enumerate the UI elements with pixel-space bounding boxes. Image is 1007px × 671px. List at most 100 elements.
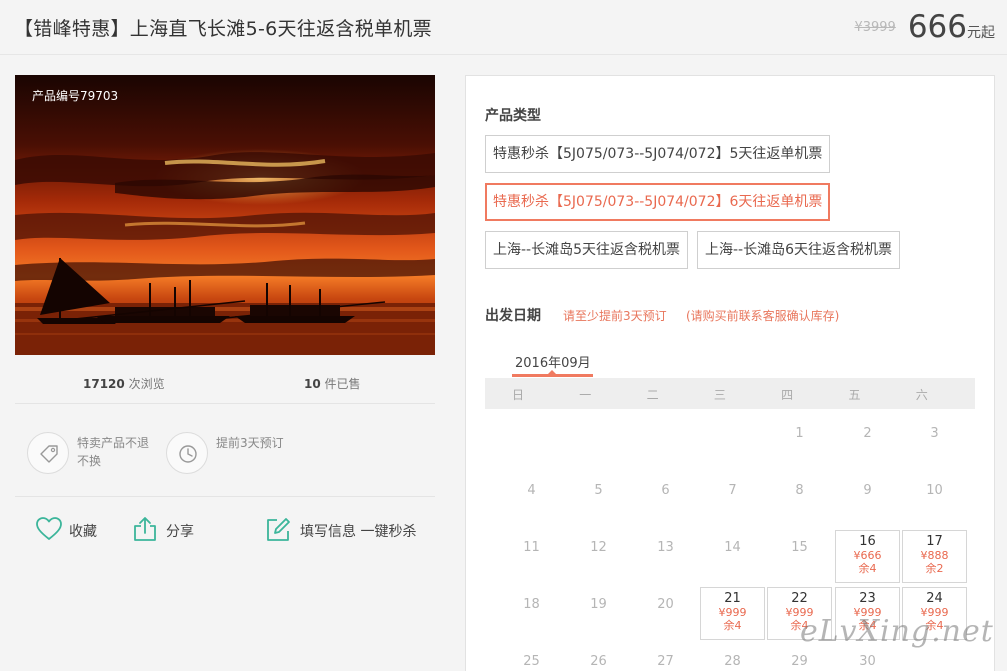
day-number: 5 [594, 483, 603, 498]
product-photo: 产品编号79703 [15, 75, 435, 355]
product-type-option-2[interactable]: 特惠秒杀【5J075/073--5J074/072】6天往返单机票 [485, 183, 831, 221]
weekday-label: 一 [579, 388, 592, 402]
original-price: ¥3999 [854, 20, 896, 35]
calendar-day: 19 [566, 587, 631, 640]
product-number: 产品编号79703 [32, 89, 119, 103]
calendar-day: 28 [700, 644, 765, 671]
calendar-day: 12 [566, 530, 631, 583]
day-number: 30 [859, 654, 876, 669]
day-number: 17 [926, 534, 943, 549]
share-label: 分享 [166, 524, 194, 540]
calendar-day: 3 [902, 416, 967, 469]
calendar-day: 18 [499, 587, 564, 640]
day-stock: 余4 [858, 562, 877, 575]
views-count: 17120 [83, 377, 125, 391]
calendar-day: 14 [700, 530, 765, 583]
day-number: 18 [523, 597, 540, 612]
day-number: 27 [657, 654, 674, 669]
day-number: 29 [791, 654, 808, 669]
day-number: 13 [657, 540, 674, 555]
day-number: 7 [728, 483, 737, 498]
day-number: 20 [657, 597, 674, 612]
calendar-day: 25 [499, 644, 564, 671]
product-type-title: 产品类型 [485, 108, 541, 124]
calendar-weekday-header: 日一二三四五六 [485, 378, 975, 409]
sold-count: 10 [304, 377, 321, 391]
favorite-label: 收藏 [69, 524, 97, 540]
calendar-month-tab[interactable]: 2016年09月 [515, 352, 591, 371]
product-stats: 17120 次浏览 10 件已售 [15, 364, 435, 404]
calendar-day: 8 [767, 473, 832, 526]
day-number: 25 [523, 654, 540, 669]
page-title: 【错峰特惠】上海直飞长滩5-6天往返含税单机票 [14, 18, 432, 40]
day-number: 1 [795, 426, 804, 441]
weekday-label: 二 [646, 388, 659, 402]
day-stock: 余2 [925, 562, 944, 575]
day-number: 28 [724, 654, 741, 669]
heart-icon [36, 517, 62, 540]
advance-booking-note: 请至少提前3天预订 [563, 309, 667, 323]
sold-stat: 10 件已售 [304, 375, 361, 392]
day-number: 12 [590, 540, 607, 555]
day-stock: 余4 [723, 619, 742, 632]
month-tab-pointer [547, 370, 557, 375]
calendar-day: 10 [902, 473, 967, 526]
product-type-option-1[interactable]: 特惠秒杀【5J075/073--5J074/072】5天往返单机票 [485, 135, 831, 173]
product-type-option-4[interactable]: 上海--长滩岛6天往返含税机票 [697, 231, 901, 269]
day-number: 8 [795, 483, 804, 498]
current-price: 666 [907, 9, 967, 45]
fill-info-label: 填写信息 一键秒杀 [300, 524, 417, 540]
calendar-day: 27 [633, 644, 698, 671]
share-icon [134, 517, 156, 541]
departure-date-title: 出发日期 [485, 308, 541, 324]
calendar-day-available[interactable]: 17 ¥888 余2 [902, 530, 967, 583]
day-number: 23 [859, 591, 876, 606]
calendar-day: 6 [633, 473, 698, 526]
day-number: 3 [930, 426, 939, 441]
calendar-day: 2 [835, 416, 900, 469]
calendar-day: 15 [767, 530, 832, 583]
calendar-day-available[interactable]: 16 ¥666 余4 [835, 530, 900, 583]
policy-icon-circle [166, 432, 208, 474]
contact-service-note: (请购买前联系客服确认库存) [686, 309, 840, 323]
weekday-label: 五 [848, 388, 861, 402]
price-block: ¥3999 666元起 [854, 9, 995, 45]
day-number: 14 [724, 540, 741, 555]
policy-text: 特卖产品不退不换 [77, 436, 150, 468]
calendar-day: 1 [767, 416, 832, 469]
calendar-day-available[interactable]: 21 ¥999 余4 [700, 587, 765, 640]
day-price: ¥999 [718, 606, 747, 619]
watermark: eLvXing.net [800, 614, 994, 649]
calendar-day: 4 [499, 473, 564, 526]
views-label: 次浏览 [128, 377, 165, 391]
calendar-day: 7 [700, 473, 765, 526]
day-number: 22 [791, 591, 808, 606]
day-number: 15 [791, 540, 808, 555]
weekday-label: 六 [915, 388, 928, 402]
calendar-day: 11 [499, 530, 564, 583]
divider [15, 496, 435, 497]
day-number: 24 [926, 591, 943, 606]
day-price: ¥888 [920, 549, 949, 562]
calendar-day: 26 [566, 644, 631, 671]
day-number: 19 [590, 597, 607, 612]
page-header: 【错峰特惠】上海直飞长滩5-6天往返含税单机票 ¥3999 666元起 [0, 0, 1007, 55]
calendar-day: 9 [835, 473, 900, 526]
edit-icon [267, 518, 290, 541]
tag-icon [40, 445, 58, 463]
product-type-option-3[interactable]: 上海--长滩岛5天往返含税机票 [485, 231, 689, 269]
sold-label: 件已售 [324, 377, 361, 391]
calendar-day: 5 [566, 473, 631, 526]
day-number: 10 [926, 483, 943, 498]
weekday-label: 日 [511, 388, 524, 402]
clock-icon [179, 445, 197, 463]
calendar-day: 20 [633, 587, 698, 640]
day-number: 6 [661, 483, 670, 498]
weekday-label: 三 [713, 388, 726, 402]
day-number: 4 [527, 483, 536, 498]
day-number: 21 [724, 591, 741, 606]
day-number: 16 [859, 534, 876, 549]
policy-text: 提前3天预订 [216, 436, 284, 450]
weekday-label: 四 [781, 388, 794, 402]
day-price: ¥666 [853, 549, 882, 562]
